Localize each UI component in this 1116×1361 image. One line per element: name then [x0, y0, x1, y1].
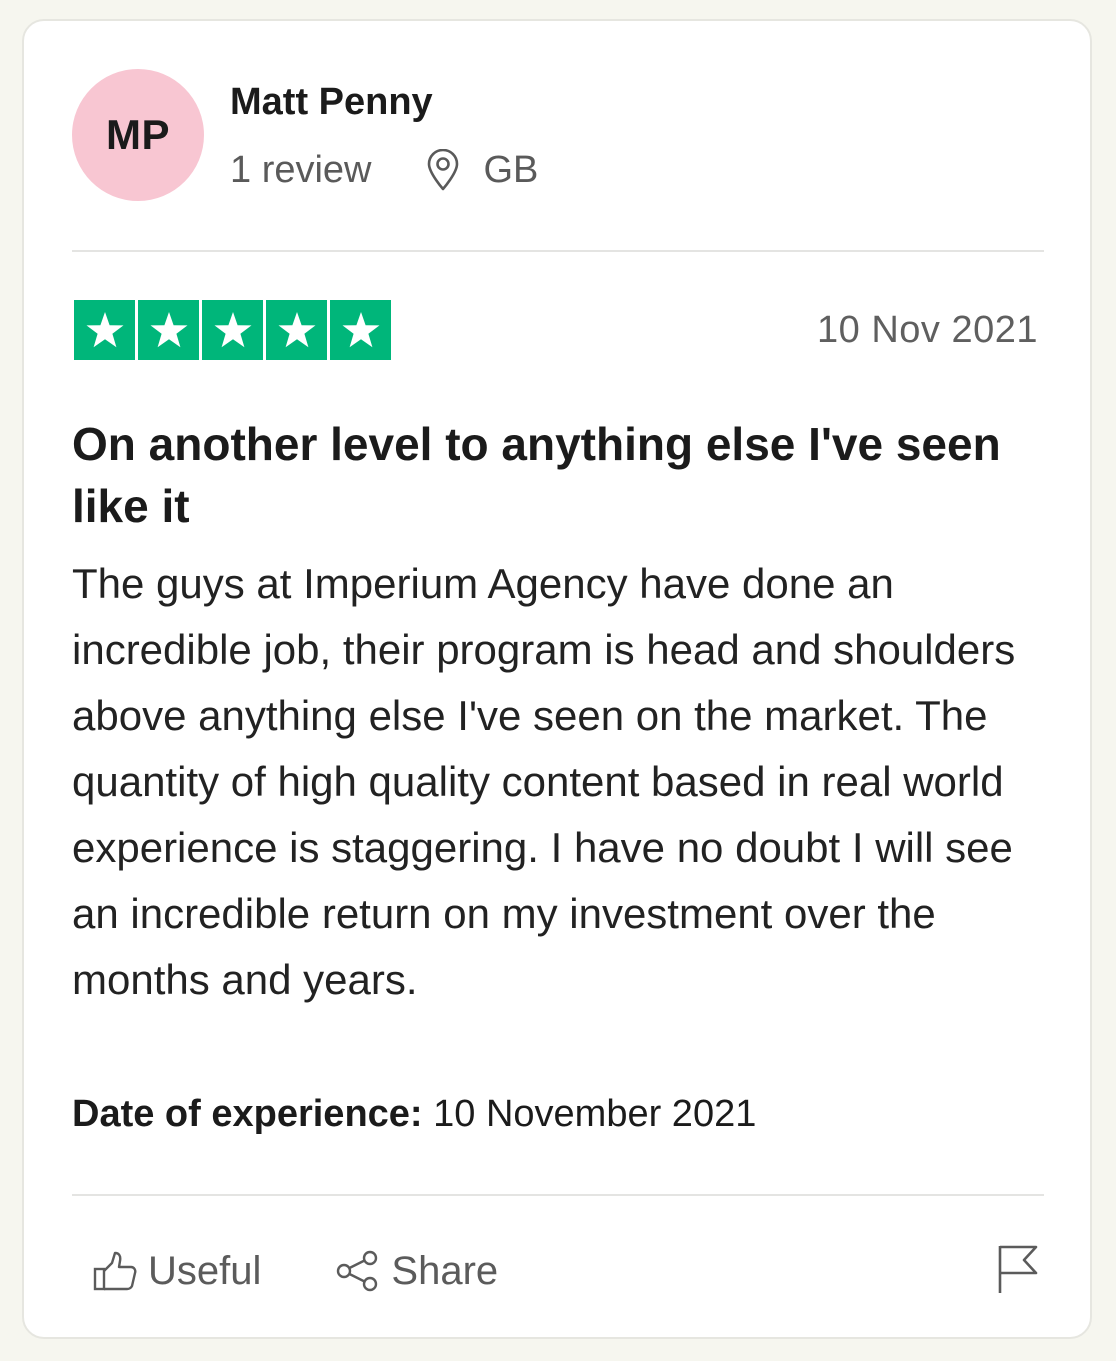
review-date: 10 Nov 2021 [817, 309, 1038, 351]
star-icon [138, 300, 199, 360]
divider-top [72, 250, 1044, 252]
star-icon [202, 300, 263, 360]
experience-date: 10 November 2021 [433, 1093, 757, 1135]
share-label: Share [391, 1248, 499, 1293]
useful-label: Useful [148, 1248, 262, 1293]
flag-icon[interactable] [996, 1243, 1040, 1295]
reviewer-meta: 1 review GB [230, 147, 538, 193]
date-of-experience: Date of experience: 10 November 2021 [72, 1093, 756, 1136]
divider-bottom [72, 1194, 1044, 1196]
share-button[interactable]: Share [335, 1249, 498, 1294]
review-count: 1 review [230, 148, 372, 191]
star-icon [330, 300, 391, 360]
useful-button[interactable]: Useful [92, 1249, 261, 1294]
reviewer-name[interactable]: Matt Penny [230, 81, 433, 124]
experience-label: Date of experience: [72, 1093, 423, 1135]
star-icon [74, 300, 135, 360]
reviewer-header: MP Matt Penny 1 review GB [72, 69, 1042, 203]
star-rating [74, 300, 391, 360]
review-body: The guys at Imperium Agency have done an… [72, 560, 1016, 1003]
star-icon [266, 300, 327, 360]
reviewer-location: GB [426, 148, 539, 192]
review-title[interactable]: On another level to anything else I've s… [72, 413, 1052, 537]
avatar[interactable]: MP [72, 69, 204, 201]
thumbs-up-icon [93, 1251, 137, 1291]
review-actions: Useful Share [92, 1246, 498, 1296]
review-card: MP Matt Penny 1 review GB 10 Nov 2021 On… [22, 19, 1092, 1339]
location-code: GB [483, 148, 539, 191]
location-pin-icon [427, 149, 458, 191]
share-icon [337, 1250, 378, 1292]
